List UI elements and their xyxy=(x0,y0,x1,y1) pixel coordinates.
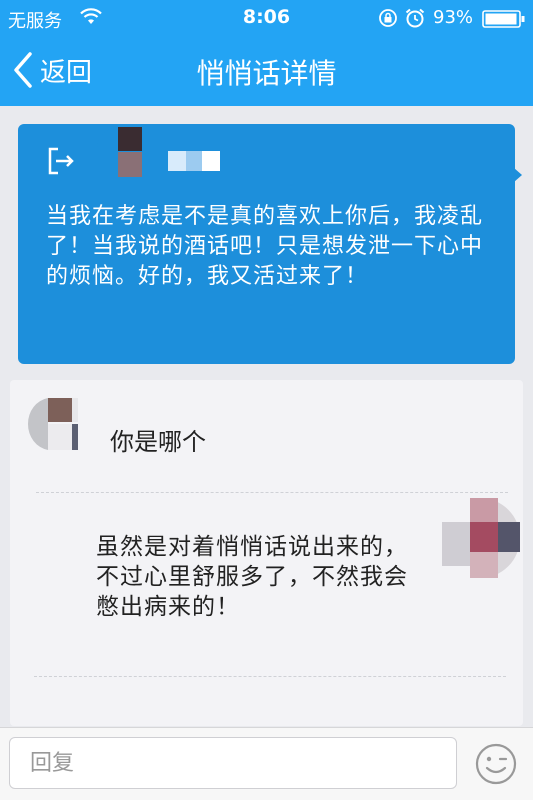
rotation-lock-icon xyxy=(378,8,398,33)
header: 无服务 8:06 93% 返回 悄悄话详情 xyxy=(0,0,533,106)
author-name-blurred xyxy=(168,151,220,171)
my-avatar[interactable] xyxy=(440,498,520,578)
nav-bar: 返回 悄悄话详情 xyxy=(0,36,533,106)
whisper-post-card: 当我在考虑是不是真的喜欢上你后，我凌乱了！当我说的酒话吧！只是想发泄一下心中的烦… xyxy=(18,124,522,364)
logout-icon[interactable] xyxy=(46,146,78,180)
reply-input-bar xyxy=(0,727,533,800)
battery-percent: 93% xyxy=(433,7,474,28)
reply-input[interactable] xyxy=(9,737,457,789)
my-reply-message: 虽然是对着悄悄话说出来的，不过心里舒服多了，不然我会憋出病来的！ xyxy=(96,534,408,620)
alarm-icon xyxy=(404,7,426,34)
app-root: 无服务 8:06 93% 返回 悄悄话详情 当我在考虑是不是真的喜欢上你后，我凌… xyxy=(0,0,533,800)
post-content: 当我在考虑是不是真的喜欢上你后，我凌乱了！当我说的酒话吧！只是想发泄一下心中的烦… xyxy=(46,204,484,289)
replier-avatar[interactable] xyxy=(26,398,78,450)
divider xyxy=(36,492,508,493)
reply-thread: 你是哪个 虽然是对着悄悄话说出来的，不过心里舒服多了，不然我会憋出病来的！ xyxy=(10,380,523,726)
battery-icon xyxy=(482,10,526,33)
status-bar: 无服务 8:06 93% xyxy=(0,0,533,36)
card-tail xyxy=(514,168,522,182)
page-title: 悄悄话详情 xyxy=(196,57,337,90)
reply-message: 你是哪个 xyxy=(110,428,206,456)
post-author-avatar[interactable] xyxy=(94,127,144,177)
smiley-icon[interactable] xyxy=(474,742,518,786)
divider xyxy=(34,676,506,677)
